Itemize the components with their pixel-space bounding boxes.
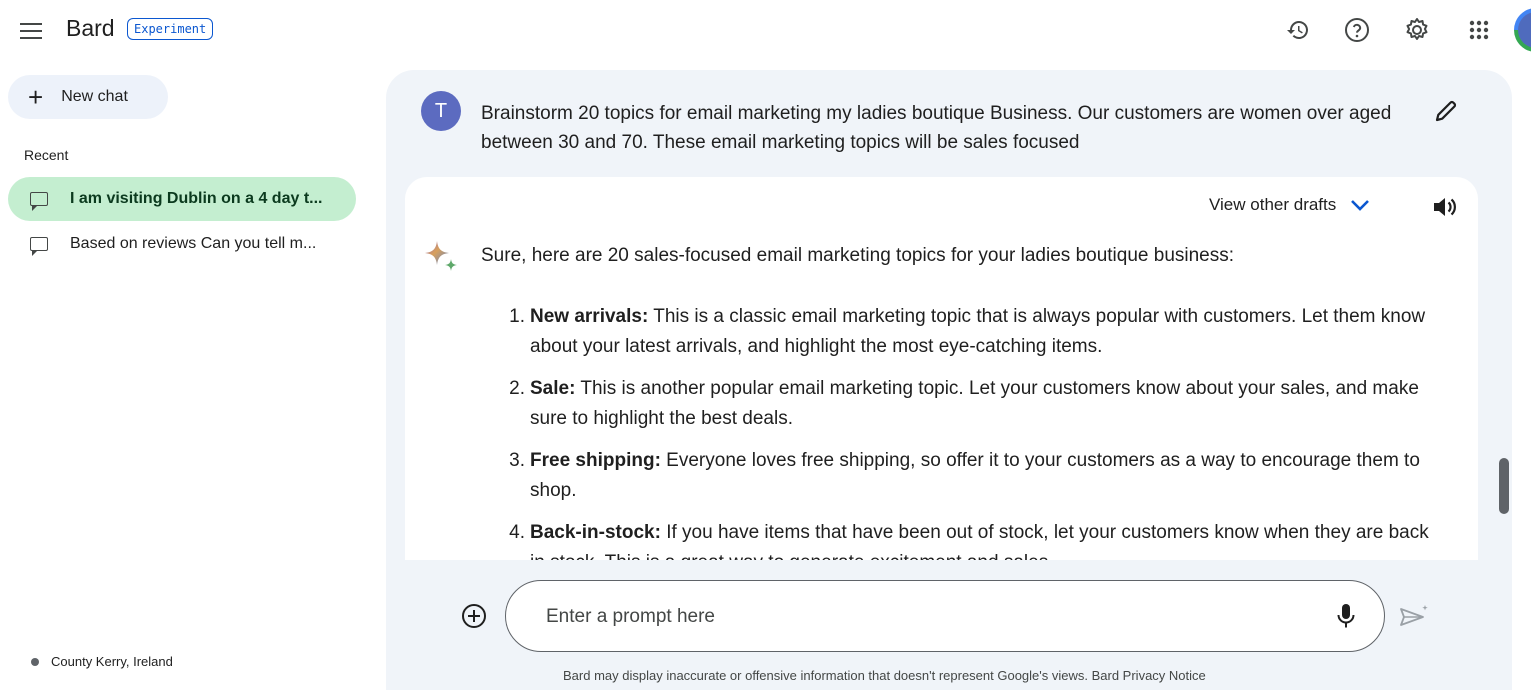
- settings-icon[interactable]: [1403, 16, 1431, 44]
- recent-chat-item[interactable]: I am visiting Dublin on a 4 day t...: [8, 177, 356, 221]
- top-bar: Bard Experiment: [0, 0, 1531, 62]
- item-text: This is a classic email marketing topic …: [530, 306, 1426, 357]
- help-icon[interactable]: [1343, 16, 1371, 44]
- response-intro: Sure, here are 20 sales-focused email ma…: [481, 245, 1235, 266]
- bard-sparkle-icon: [422, 238, 460, 276]
- pencil-icon: [1435, 100, 1457, 122]
- location-text: County Kerry, Ireland: [51, 654, 173, 669]
- chevron-down-icon: [1351, 200, 1370, 211]
- item-text: If you have items that have been out of …: [530, 522, 1429, 560]
- new-chat-button[interactable]: + New chat: [8, 75, 168, 119]
- view-other-drafts-button[interactable]: View other drafts: [1209, 195, 1370, 215]
- send-icon: [1400, 605, 1428, 626]
- scrollbar-thumb[interactable]: [1499, 458, 1509, 514]
- item-title: Sale:: [530, 378, 576, 399]
- account-avatar[interactable]: [1514, 8, 1531, 52]
- chat-bubble-icon: [30, 237, 48, 256]
- item-title: Back-in-stock:: [530, 522, 661, 543]
- list-item: 2. Sale: This is another popular email m…: [481, 374, 1441, 434]
- disclaimer-text: Bard may display inaccurate or offensive…: [563, 668, 1206, 683]
- item-title: New arrivals:: [530, 306, 649, 327]
- user-avatar: T: [421, 91, 461, 131]
- item-text: Everyone loves free shipping, so offer i…: [530, 450, 1420, 501]
- list-number: 3.: [509, 450, 525, 471]
- location-indicator[interactable]: County Kerry, Ireland: [31, 654, 173, 669]
- speaker-button[interactable]: [1430, 193, 1458, 221]
- plus-icon: +: [28, 82, 44, 112]
- prompt-input-container: [505, 580, 1385, 652]
- list-item: 4. Back-in-stock: If you have items that…: [481, 518, 1441, 560]
- send-button[interactable]: [1398, 603, 1430, 631]
- recent-chat-label: Based on reviews Can you tell m...: [70, 235, 317, 252]
- location-dot-icon: [31, 657, 39, 666]
- response-list: 1. New arrivals: This is a classic email…: [481, 302, 1441, 560]
- list-item: 3. Free shipping: Everyone loves free sh…: [481, 446, 1441, 506]
- prompt-input[interactable]: [544, 601, 1308, 633]
- recent-chat-label: I am visiting Dublin on a 4 day t...: [70, 190, 323, 207]
- recent-heading: Recent: [24, 147, 69, 163]
- history-icon[interactable]: [1284, 16, 1312, 44]
- item-title: Free shipping:: [530, 450, 661, 471]
- chat-bubble-icon: [30, 192, 48, 211]
- speaker-icon: [1434, 198, 1456, 216]
- add-attachment-button[interactable]: [460, 602, 488, 630]
- item-text: This is another popular email marketing …: [530, 378, 1419, 429]
- edit-prompt-button[interactable]: [1432, 97, 1462, 127]
- menu-icon[interactable]: [18, 18, 44, 44]
- recent-chat-item[interactable]: Based on reviews Can you tell m...: [8, 222, 356, 266]
- add-circle-icon: [462, 604, 486, 628]
- new-chat-label: New chat: [61, 88, 128, 105]
- view-drafts-label: View other drafts: [1209, 195, 1337, 214]
- user-prompt: Brainstorm 20 topics for email marketing…: [481, 103, 1392, 153]
- microphone-icon: [1337, 604, 1355, 628]
- microphone-button[interactable]: [1332, 601, 1360, 631]
- list-number: 2.: [509, 378, 525, 399]
- experiment-badge: Experiment: [127, 18, 214, 40]
- list-item: 1. New arrivals: This is a classic email…: [481, 302, 1441, 362]
- list-number: 4.: [509, 522, 525, 543]
- apps-grid-icon[interactable]: [1465, 16, 1493, 44]
- app-title[interactable]: Bard: [66, 15, 115, 42]
- list-number: 1.: [509, 306, 525, 327]
